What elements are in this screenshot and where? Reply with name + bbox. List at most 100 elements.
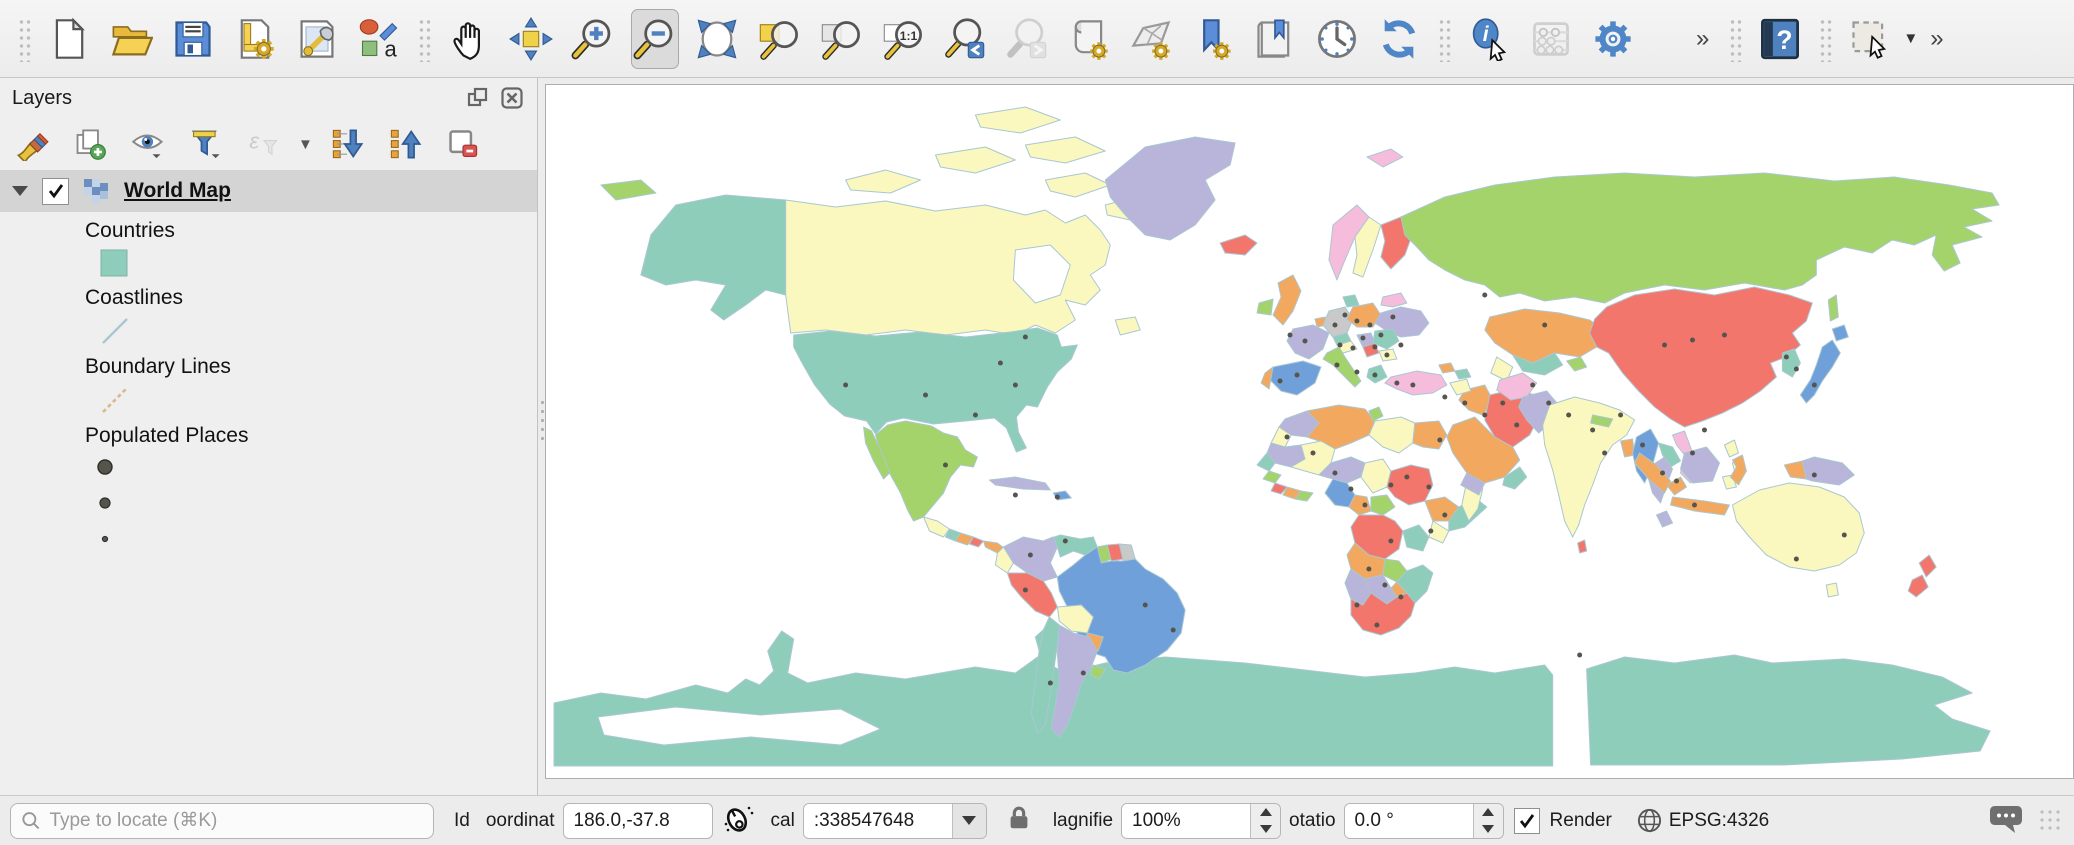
render-toggle[interactable]: Render [1514,808,1612,834]
magnifier-spinbox[interactable]: 100% [1121,803,1281,839]
new-spatial-bookmark-button[interactable] [1189,9,1237,69]
coordinate-input[interactable] [574,810,702,832]
panel-close-button[interactable] [499,85,525,111]
open-folder-icon [109,17,153,61]
expander-icon[interactable] [12,186,28,196]
map-canvas[interactable] [545,84,2074,779]
legend-swatch-place-small[interactable] [0,524,537,560]
new-project-button[interactable] [45,9,93,69]
pan-map-button[interactable] [445,9,493,69]
identify-features-button[interactable]: i [1465,9,1513,69]
refresh-button[interactable] [1375,9,1423,69]
zoom-in-button[interactable] [569,9,617,69]
locator-input[interactable] [49,810,423,832]
rotation-value[interactable]: 0.0 ° [1345,804,1473,838]
zoom-native-button[interactable]: 1:1 [879,9,927,69]
expression-dropdown-caret[interactable]: ▼ [298,136,313,153]
toolbar-overflow[interactable]: » [1930,25,1945,53]
scale-dropdown[interactable] [952,804,986,838]
layer-checkbox[interactable] [42,178,69,205]
manage-map-themes-button[interactable] [122,122,174,166]
rotation-spin-arrows[interactable] [1473,804,1503,838]
zoom-to-selection-button[interactable] [817,9,865,69]
filter-legend-button[interactable] [180,122,232,166]
layer-group-label[interactable]: World Map [124,179,231,203]
circle-symbol [96,458,114,476]
remove-layer-button[interactable] [437,122,489,166]
toolbar-grip[interactable] [417,16,431,62]
panel-splitter[interactable] [538,78,545,795]
scale-lock-button[interactable] [1005,804,1033,838]
help-button[interactable]: ? [1756,9,1804,69]
new-bookmark-icon [1191,17,1235,61]
scale-value[interactable]: :338547648 [804,804,952,838]
select-features-button[interactable] [1846,9,1894,69]
layer-group-world-map[interactable]: World Map [0,170,537,212]
world-map[interactable] [546,85,2073,778]
magnifier-value[interactable]: 100% [1122,804,1250,838]
legend-item-populated-places[interactable]: Populated Places [0,417,537,452]
legend-item-boundary-lines[interactable]: Boundary Lines [0,348,537,383]
resize-grip[interactable] [2038,808,2064,834]
spin-down-icon [1260,825,1272,833]
rotation-label: otatio [1289,810,1335,832]
zoom-native-icon: 1:1 [881,17,925,61]
status-message-label: Id [454,810,470,832]
toolbar-grip[interactable] [1437,16,1451,62]
spin-up-icon [1260,808,1272,816]
legend-swatch-place-medium[interactable] [0,488,537,524]
zoom-next-button[interactable] [1003,9,1051,69]
coordinate-field[interactable] [563,803,713,839]
render-checkbox[interactable] [1514,808,1540,834]
check-icon [1517,811,1537,831]
style-manager-button[interactable]: a [355,9,403,69]
show-layout-manager-button[interactable] [293,9,341,69]
show-spatial-bookmarks-button[interactable] [1251,9,1299,69]
legend-swatch-countries[interactable] [0,247,537,279]
scale-combobox[interactable]: :338547648 [803,803,987,839]
toolbar-grip[interactable] [17,16,31,62]
legend-swatch-coastlines[interactable] [0,314,537,348]
help-icon: ? [1758,17,1802,61]
save-project-button[interactable] [169,9,217,69]
open-project-button[interactable] [107,9,155,69]
svg-text:ε: ε [249,128,260,154]
toolbar-grip[interactable] [1818,16,1832,62]
legend-swatch-boundary-lines[interactable] [0,383,537,417]
pan-to-selection-button[interactable] [507,9,555,69]
remove-layer-icon [446,127,480,161]
new-map-view-button[interactable] [1065,9,1113,69]
zoom-out-button[interactable] [631,9,679,69]
refresh-icon [1377,17,1421,61]
new-print-layout-button[interactable] [231,9,279,69]
crs-status-button[interactable]: EPSG:4326 [1636,807,1769,834]
new-3d-map-view-button[interactable] [1127,9,1175,69]
open-layer-styling-button[interactable] [6,122,58,166]
extents-toggle-button[interactable] [721,802,755,839]
temporal-controller-button[interactable] [1313,9,1361,69]
zoom-to-layer-button[interactable] [755,9,803,69]
locator-box[interactable] [10,803,434,839]
layers-panel-toolbar: ε ▼ [0,118,537,170]
statistical-summary-button[interactable] [1527,9,1575,69]
messages-button[interactable] [1988,803,2024,838]
options-button[interactable] [1589,9,1637,69]
expand-all-button[interactable] [321,122,373,166]
legend-item-coastlines[interactable]: Coastlines [0,279,537,314]
legend-swatch-place-large[interactable] [0,452,537,488]
rotation-spinbox[interactable]: 0.0 ° [1344,803,1504,839]
zoom-full-button[interactable] [693,9,741,69]
zoom-next-icon [1005,17,1049,61]
panel-float-button[interactable] [465,85,491,111]
splitter-handle[interactable] [540,398,544,444]
zoom-last-button[interactable] [941,9,989,69]
add-group-button[interactable] [64,122,116,166]
select-dropdown-caret[interactable]: ▼ [1903,30,1918,47]
status-bar: Id oordinat cal :338547648 lagnifie 100%… [0,795,2074,845]
toolbar-grip[interactable] [1728,16,1742,62]
collapse-all-button[interactable] [379,122,431,166]
filter-by-expression-button[interactable]: ε [238,122,290,166]
magnifier-spin-arrows[interactable] [1250,804,1280,838]
toolbar-overflow[interactable]: » [1696,25,1711,53]
legend-item-countries[interactable]: Countries [0,212,537,247]
